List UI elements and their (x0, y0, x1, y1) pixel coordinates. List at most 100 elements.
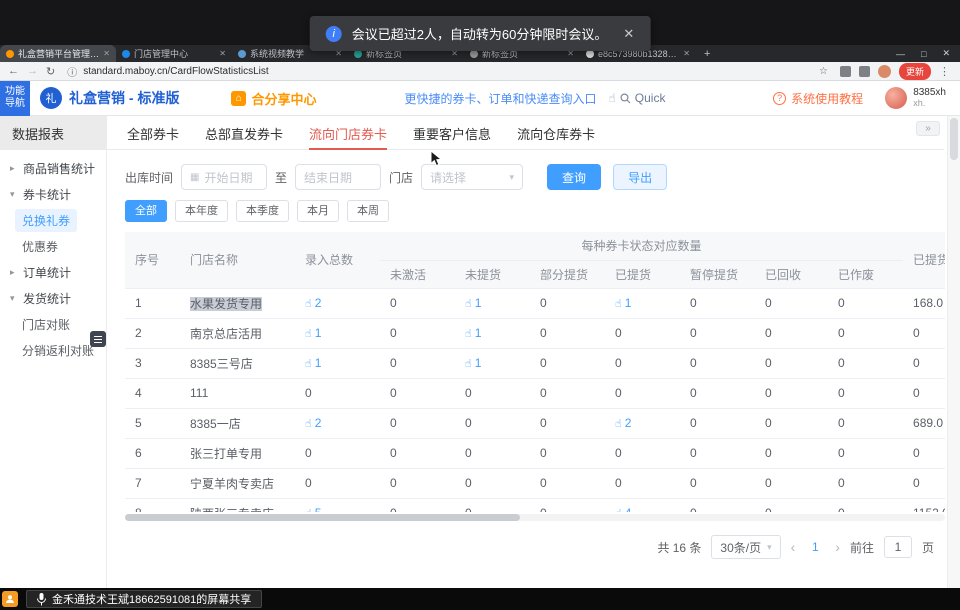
filter-month[interactable]: 本月 (297, 200, 339, 222)
count-link[interactable]: ☝1 (465, 326, 481, 340)
filter-all[interactable]: 全部 (125, 200, 167, 222)
sidebar-item-order-stats[interactable]: ▸ 订单统计 (0, 259, 106, 285)
count-link[interactable]: ☝5 (305, 506, 321, 512)
horizontal-scrollbar[interactable] (125, 514, 945, 521)
filter-label-time: 出库时间 (125, 169, 173, 186)
count-value: 2 (625, 416, 632, 430)
maximize-icon[interactable]: □ (921, 49, 926, 59)
count-link[interactable]: ☝1 (305, 356, 321, 370)
cell: 0 (828, 408, 903, 438)
count-link[interactable]: ☝1 (305, 326, 321, 340)
sidebar-item-discount-coupon[interactable]: 优惠券 (0, 233, 106, 259)
pointer-icon: ☝ (305, 357, 312, 370)
quick-entry-link[interactable]: 更快捷的券卡、订单和快递查询入口 (404, 90, 596, 107)
filter-week[interactable]: 本周 (347, 200, 389, 222)
quick-search[interactable]: ☝ Quick (608, 91, 665, 105)
pointer-icon: ☝ (305, 327, 312, 340)
cell: 0 (903, 318, 945, 348)
tab-close-icon[interactable]: ✕ (219, 49, 226, 58)
sidebar-item-shipping-stats[interactable]: ▾ 发货统计 (0, 285, 106, 311)
cell: 0 (828, 288, 903, 318)
count-link[interactable]: ☝1 (465, 296, 481, 310)
sidebar-item-product-sales-stats[interactable]: ▸ 商品销售统计 (0, 155, 106, 181)
extension-icon[interactable] (840, 66, 851, 77)
back-icon[interactable]: ← (8, 65, 19, 77)
tutorial-link[interactable]: ? 系统使用教程 (773, 90, 863, 107)
cell: 0 (530, 468, 605, 498)
page-number[interactable]: 1 (805, 540, 825, 554)
minimize-icon[interactable]: — (896, 49, 905, 59)
filter-year[interactable]: 本年度 (175, 200, 228, 222)
filter-quarter[interactable]: 本季度 (236, 200, 289, 222)
collapse-panel-button[interactable]: » (916, 121, 940, 136)
count-link[interactable]: ☝2 (305, 416, 321, 430)
scrollbar-thumb[interactable] (950, 118, 958, 160)
store-select[interactable]: 请选择 ▾ (421, 164, 523, 190)
cell: 0 (455, 408, 530, 438)
tab-warehouse-flow-cards[interactable]: 流向仓库券卡 (517, 122, 595, 150)
scrollbar-thumb[interactable] (125, 514, 520, 521)
screen-share-indicator: 金禾通技术王斌18662591081的屏幕共享 (26, 590, 262, 608)
page-info-icon[interactable]: ⓘ (67, 64, 77, 79)
tab-hq-direct-cards[interactable]: 总部直发券卡 (205, 122, 283, 150)
sidebar-item-exchange-coupon[interactable]: 兑换礼券 (0, 207, 106, 233)
cell: 5 (125, 408, 180, 438)
count-link[interactable]: ☝1 (615, 296, 631, 310)
goto-page-input[interactable] (884, 536, 912, 558)
sidebar-item-card-stats[interactable]: ▾ 券卡统计 (0, 181, 106, 207)
tab-store-flow-cards[interactable]: 流向门店券卡 (309, 122, 387, 150)
cell: 0 (455, 438, 530, 468)
screen: 礼盒营销平台管理中心 ✕ 门店管理中心 ✕ 系统视频教学 ✕ 新标签页 ✕ 新标… (0, 0, 960, 610)
end-date-input[interactable]: 结束日期 (295, 164, 381, 190)
browser-profile-avatar[interactable] (878, 65, 891, 78)
sidebar-collapse-handle[interactable] (90, 331, 106, 347)
tab-key-customer-info[interactable]: 重要客户信息 (413, 122, 491, 150)
close-window-icon[interactable]: ✕ (942, 48, 950, 59)
next-page-icon[interactable]: › (835, 539, 840, 555)
browser-tab-2[interactable]: 门店管理中心 ✕ (116, 45, 232, 62)
cell: 6 (125, 438, 180, 468)
column-header: 部分提货 (530, 260, 605, 288)
count-link[interactable]: ☝4 (615, 506, 631, 512)
tab-all-cards[interactable]: 全部券卡 (127, 122, 179, 150)
forward-icon[interactable]: → (27, 65, 38, 77)
cell: 0 (680, 498, 755, 512)
user-subname: xh. (913, 98, 946, 109)
hand-icon: ☝ (608, 91, 615, 105)
cell: ☝2 (295, 408, 380, 438)
pointer-icon: ☝ (305, 417, 312, 430)
reload-icon[interactable]: ↻ (46, 65, 55, 78)
tab-close-icon[interactable]: ✕ (683, 49, 690, 58)
new-tab-button[interactable]: + (696, 45, 718, 62)
function-nav-button[interactable]: 功能 导航 (0, 81, 30, 116)
url-bar[interactable]: ⓘ standard.maboy.cn/CardFlowStatisticsLi… (63, 64, 832, 79)
cell: 0 (295, 438, 380, 468)
share-center-link[interactable]: ⌂ 合分享中心 (231, 89, 316, 108)
count-link[interactable]: ☝1 (465, 356, 481, 370)
pointer-icon: ☝ (615, 417, 622, 430)
brand-logo: 礼 (40, 87, 62, 109)
tab-close-icon[interactable]: ✕ (103, 49, 110, 58)
close-icon[interactable]: ✕ (623, 26, 634, 42)
cell: ☝1 (455, 348, 530, 378)
prev-page-icon[interactable]: ‹ (791, 539, 796, 555)
browser-tab-1[interactable]: 礼盒营销平台管理中心 ✕ (0, 45, 116, 62)
start-date-input[interactable]: ▦ 开始日期 (181, 164, 267, 190)
vertical-scrollbar[interactable] (947, 116, 960, 588)
tutorial-label: 系统使用教程 (791, 90, 863, 107)
bookmark-star-icon[interactable]: ☆ (819, 66, 828, 77)
search-button[interactable]: 查询 (547, 164, 601, 190)
user-avatar[interactable] (885, 87, 907, 109)
extension-icon[interactable] (859, 66, 870, 77)
update-button[interactable]: 更新 (899, 63, 931, 80)
quick-label: Quick (635, 91, 666, 105)
browser-menu-icon[interactable]: ⋮ (939, 65, 952, 78)
export-button[interactable]: 导出 (613, 164, 667, 190)
sidebar-item-label: 商品销售统计 (23, 160, 95, 177)
active-item-pill: 兑换礼券 (15, 209, 77, 232)
page-size-select[interactable]: 30条/页 ▾ (711, 535, 780, 559)
count-link[interactable]: ☝2 (615, 416, 631, 430)
column-header: 暂停提货 (680, 260, 755, 288)
meeting-app-icon[interactable] (2, 591, 18, 607)
count-link[interactable]: ☝2 (305, 296, 321, 310)
